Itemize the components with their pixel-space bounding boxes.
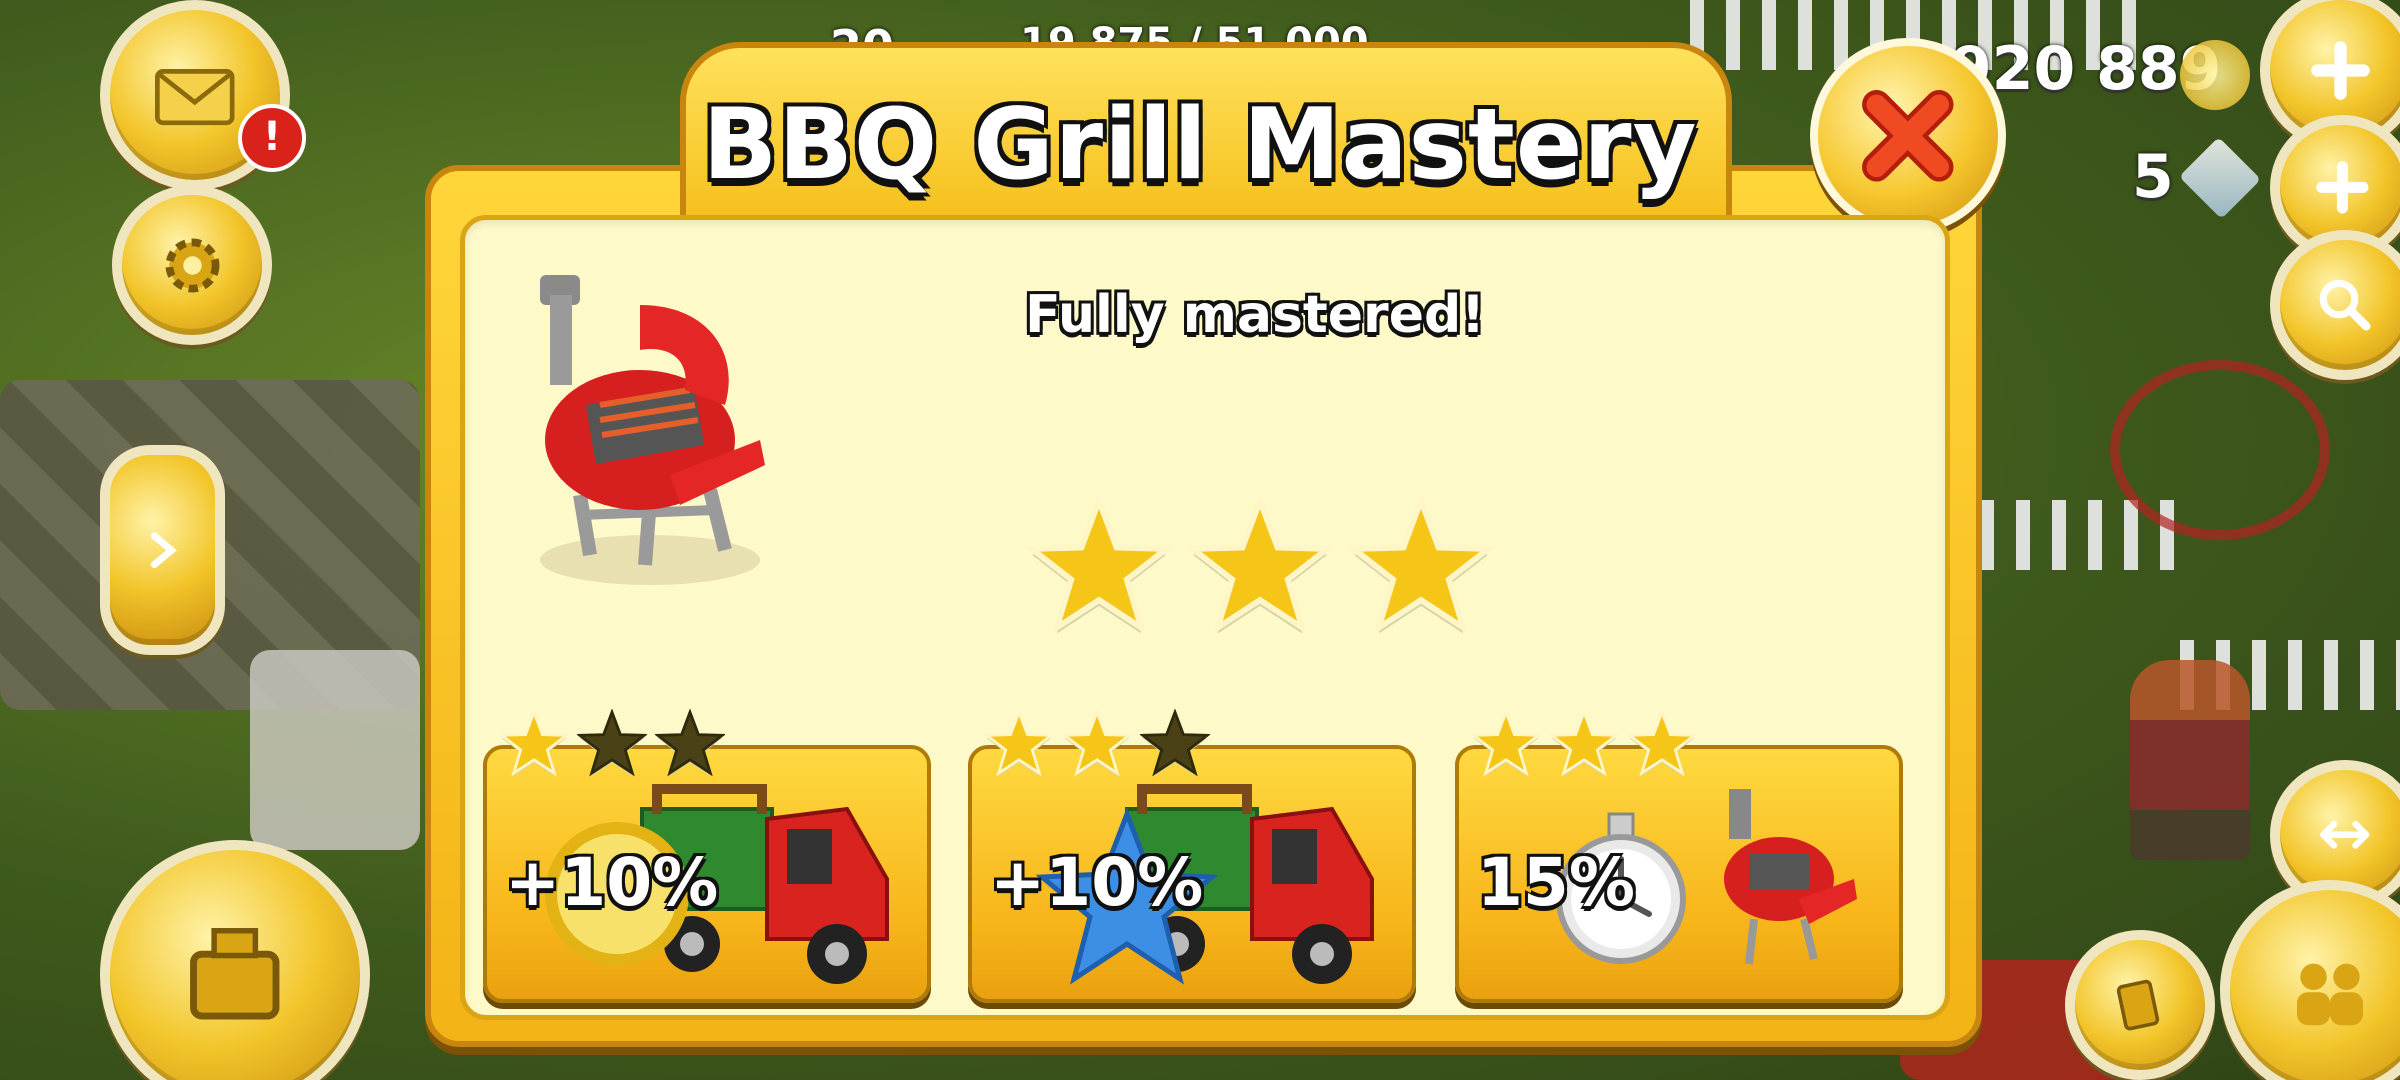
arrows-icon bbox=[2320, 821, 2370, 849]
cards-icon bbox=[2117, 980, 2160, 1031]
search-button[interactable] bbox=[2270, 230, 2400, 380]
star-filled-icon bbox=[1471, 709, 1541, 777]
dialog-title: BBQ Grill Mastery bbox=[702, 88, 1698, 202]
bonus-card-time: 15% bbox=[1455, 709, 1903, 1003]
star-filled-icon bbox=[1627, 709, 1697, 777]
bbq-grill-icon bbox=[1724, 789, 1857, 965]
bicycle bbox=[2110, 360, 2330, 540]
bonus-value: 15% bbox=[1477, 844, 1635, 921]
bonus-card-coins: +10% bbox=[483, 709, 931, 1003]
star-filled-icon bbox=[1025, 495, 1173, 635]
gear-icon bbox=[165, 238, 219, 292]
shop-button[interactable] bbox=[100, 840, 370, 1080]
chevron-right-icon bbox=[150, 532, 177, 568]
star-empty-icon bbox=[1140, 709, 1210, 777]
star-filled-icon bbox=[1549, 709, 1619, 777]
friends-icon bbox=[2297, 963, 2363, 1026]
plus-icon bbox=[2310, 40, 2370, 100]
bonus-stars bbox=[499, 709, 725, 777]
bonus-stars bbox=[1471, 709, 1697, 777]
bonus-card-xp: +10% bbox=[968, 709, 1416, 1003]
bonus-value: +10% bbox=[505, 844, 719, 921]
star-filled-icon bbox=[984, 709, 1054, 777]
bbq-grill-icon bbox=[540, 275, 765, 585]
collection-button[interactable] bbox=[2065, 930, 2215, 1080]
close-button[interactable] bbox=[1810, 38, 2006, 234]
star-filled-icon bbox=[1186, 495, 1334, 635]
diamond-icon bbox=[2178, 136, 2262, 220]
diamond-count: 5 bbox=[2132, 142, 2174, 212]
settings-button[interactable] bbox=[112, 185, 272, 345]
alert-badge-icon: ! bbox=[238, 104, 306, 172]
star-filled-icon bbox=[1062, 709, 1132, 777]
stone-wall bbox=[250, 650, 420, 850]
coin-icon bbox=[2180, 40, 2250, 110]
magnifier-icon bbox=[2319, 279, 2371, 331]
envelope-icon bbox=[155, 69, 235, 126]
star-empty-icon bbox=[577, 709, 647, 777]
star-empty-icon bbox=[655, 709, 725, 777]
game-screen: 20 19 875 / 51 000 920 889 5 ! BBQ Grill… bbox=[0, 0, 2400, 1080]
friends-button[interactable] bbox=[2220, 880, 2400, 1080]
expand-menu-button[interactable] bbox=[100, 445, 225, 655]
close-icon bbox=[1862, 90, 1954, 182]
bonus-stars bbox=[984, 709, 1210, 777]
bonus-value: +10% bbox=[990, 844, 1204, 921]
cash-register-icon bbox=[190, 928, 280, 1020]
star-filled-icon bbox=[499, 709, 569, 777]
mastery-status: Fully mastered! bbox=[1025, 285, 1485, 345]
plus-icon bbox=[2316, 161, 2369, 214]
mastery-stars bbox=[1025, 495, 1495, 635]
star-filled-icon bbox=[1347, 495, 1495, 635]
farmer-character bbox=[2130, 660, 2250, 860]
